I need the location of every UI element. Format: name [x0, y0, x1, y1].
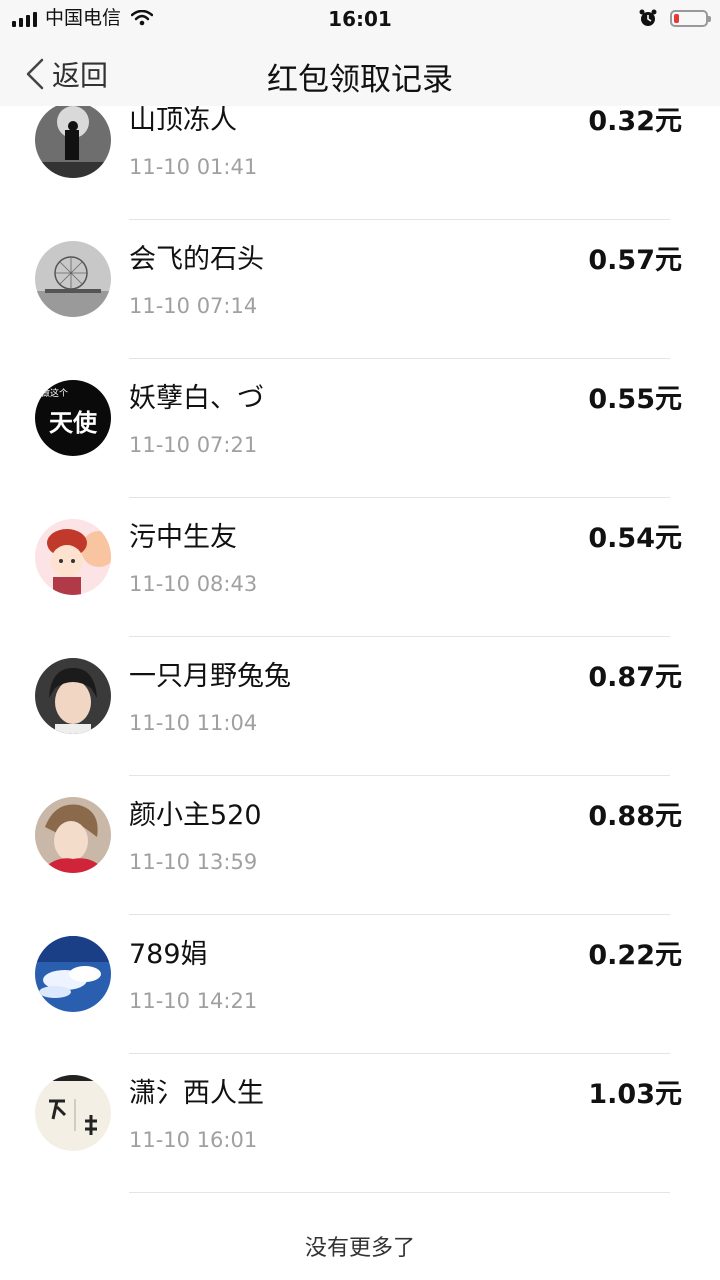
- portrait-avatar: [35, 797, 111, 873]
- record-time: 11-10 16:01: [129, 1128, 258, 1152]
- record-row[interactable]: 颜小主520 0.88元 11-10 13:59: [0, 776, 720, 915]
- record-time: 11-10 13:59: [129, 850, 258, 874]
- cartoon-avatar: [35, 519, 111, 595]
- status-time: 16:01: [328, 7, 392, 31]
- record-name: 789娟: [129, 939, 208, 970]
- record-amount: 0.55元: [588, 384, 682, 415]
- nav-bar: 返回 红包领取记录: [0, 40, 720, 106]
- record-time: 11-10 01:41: [129, 155, 258, 179]
- record-name: 颜小主520: [129, 800, 262, 831]
- portrait-avatar: [35, 658, 111, 734]
- record-row[interactable]: 一只月野兔兔 0.87元 11-10 11:04: [0, 637, 720, 776]
- record-name: 会飞的石头: [129, 244, 264, 275]
- record-time: 11-10 14:21: [129, 989, 258, 1013]
- record-list: 山顶冻人 0.32元 11-10 01:41 会飞的石头 0.57元 11-10…: [0, 81, 720, 1193]
- row-divider: [129, 1192, 670, 1193]
- record-row[interactable]: 789娟 0.22元 11-10 14:21: [0, 915, 720, 1054]
- record-name: 潇氵西人生: [129, 1078, 264, 1109]
- status-right: [638, 8, 711, 28]
- record-row[interactable]: 污中生友 0.54元 11-10 08:43: [0, 498, 720, 637]
- battery-icon: [670, 9, 711, 27]
- alarm-clock-icon: [639, 9, 657, 26]
- record-time: 11-10 07:21: [129, 433, 258, 457]
- record-time: 11-10 07:14: [129, 294, 258, 318]
- page-title: 红包领取记录: [267, 62, 453, 98]
- record-amount: 0.57元: [588, 245, 682, 276]
- record-amount: 0.22元: [588, 940, 682, 971]
- no-more-text: 没有更多了: [304, 1236, 415, 1261]
- record-name: 污中生友: [129, 522, 237, 553]
- record-row[interactable]: 做这个 天使 妖孽白、づ 0.55元 11-10 07:21: [0, 359, 720, 498]
- record-name: 妖孽白、づ: [129, 383, 264, 414]
- record-amount: 0.88元: [588, 801, 682, 832]
- silhouette-avatar: [35, 102, 111, 178]
- avatar-text: 天使: [49, 408, 97, 437]
- ferris-wheel-avatar: [35, 241, 111, 317]
- record-amount: 0.87元: [588, 662, 682, 693]
- record-name: 一只月野兔兔: [129, 661, 291, 692]
- record-row[interactable]: 会飞的石头 0.57元 11-10 07:14: [0, 220, 720, 359]
- record-time: 11-10 08:43: [129, 572, 258, 596]
- record-row[interactable]: 潇氵西人生 1.03元 11-10 16:01: [0, 1054, 720, 1193]
- record-amount: 1.03元: [588, 1079, 682, 1110]
- text-avatar: 做这个 天使: [35, 380, 111, 456]
- battery-level: [674, 13, 679, 23]
- calligraphy-avatar: [35, 1075, 111, 1151]
- record-time: 11-10 11:04: [129, 711, 258, 735]
- avatar-small-text: 做这个: [41, 389, 69, 399]
- sky-avatar: [35, 936, 111, 1012]
- status-bar: 中国电信 16:01: [0, 0, 720, 40]
- record-amount: 0.54元: [588, 523, 682, 554]
